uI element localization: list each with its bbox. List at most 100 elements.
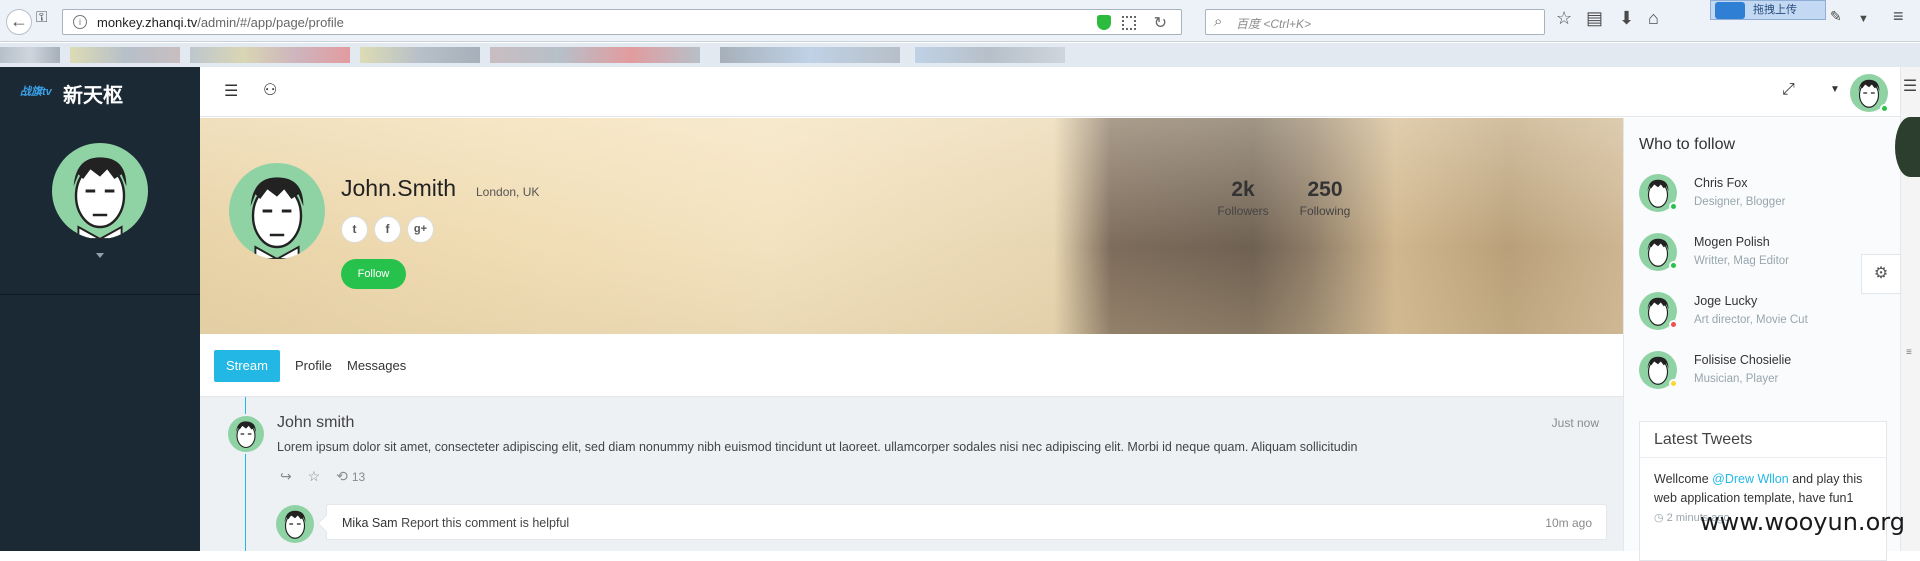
follow-suggestion[interactable]: Mogen Polish Writter, Mag Editor [1639, 231, 1899, 275]
facebook-icon[interactable]: f [374, 216, 401, 243]
avatar-face-icon [250, 177, 304, 259]
right-panel: Who to follow Chris Fox Designer, Blogge… [1623, 118, 1900, 561]
shield-icon[interactable] [1097, 15, 1111, 30]
follow-suggestion[interactable]: Chris Fox Designer, Blogger [1639, 172, 1899, 216]
suggestion-name[interactable]: Folisise Chosielie [1694, 353, 1791, 367]
retweet-count: 13 [351, 470, 366, 484]
online-status-dot [1880, 104, 1889, 113]
top-header: ☰ ⚇ ⤢ ▼ [200, 67, 1920, 117]
post-author[interactable]: John smith [277, 414, 354, 432]
retweet-icon[interactable]: ⟲ [336, 468, 348, 484]
twitter-icon[interactable]: t [341, 216, 368, 243]
bookmark-item[interactable] [70, 47, 180, 63]
bookmark-star-icon[interactable]: ☆ [1556, 8, 1572, 29]
gear-icon: ⚙ [1873, 265, 1889, 282]
follow-suggestion[interactable]: Folisise Chosielie Musician, Player [1639, 349, 1899, 393]
following-stat[interactable]: 250 Following [1294, 178, 1356, 218]
suggestion-name[interactable]: Mogen Polish [1694, 235, 1770, 249]
clock-icon: ◷ [1654, 512, 1664, 524]
qr-code-icon[interactable] [1122, 16, 1136, 30]
search-icon: ⌕ [1214, 13, 1223, 30]
cloud-icon [1715, 2, 1745, 19]
status-dot [1669, 320, 1678, 329]
search-bar[interactable]: ⌕ 百度 <Ctrl+K> [1205, 9, 1545, 35]
post-avatar[interactable] [226, 414, 266, 454]
upload-tab[interactable]: 拖拽上传 [1710, 0, 1826, 20]
address-bar[interactable]: i monkey.zhanqi.tv/admin/#/app/page/prof… [62, 9, 1182, 35]
sidebar-avatar[interactable] [52, 143, 148, 239]
avatar-face-icon [284, 510, 306, 539]
back-button[interactable]: ← [6, 9, 32, 35]
extension-icon[interactable]: ✎ [1830, 8, 1842, 25]
sidebar-divider [0, 294, 200, 295]
avatar-face-icon [236, 421, 256, 449]
comment-box: Mika Sam Report this comment is helpful … [326, 504, 1607, 540]
followers-stat[interactable]: 2k Followers [1212, 178, 1274, 218]
tweet-mention-link[interactable]: @Drew Wllon [1712, 472, 1789, 486]
brand[interactable]: 战旗tv 新天枢 [20, 77, 200, 107]
suggestion-role: Musician, Player [1694, 373, 1779, 385]
toggle-sidebar-icon[interactable]: ☰ [224, 81, 238, 101]
reload-icon[interactable]: ↻ [1154, 13, 1167, 33]
post-time: Just now [1551, 416, 1599, 430]
google-plus-icon[interactable]: g+ [407, 216, 434, 243]
followers-label: Followers [1217, 204, 1269, 218]
address-url: monkey.zhanqi.tv/admin/#/app/page/profil… [97, 15, 344, 30]
brand-name: 新天枢 [63, 85, 123, 107]
status-dot [1669, 202, 1678, 211]
comment-avatar[interactable] [276, 505, 314, 543]
watermark: www.wooyun.org [1700, 508, 1905, 536]
who-to-follow-title: Who to follow [1639, 136, 1736, 153]
caret-down-icon[interactable] [96, 253, 104, 258]
search-placeholder: 百度 <Ctrl+K> [1236, 17, 1312, 31]
share-icon[interactable]: ↪ [280, 468, 292, 484]
main-content: John.Smith London, UK t f g+ Follow 2k F… [200, 118, 1623, 551]
tab-messages[interactable]: Messages [335, 350, 418, 382]
info-icon[interactable]: i [73, 15, 87, 29]
star-icon[interactable]: ☆ [308, 468, 321, 484]
post-text: Lorem ipsum dolor sit amet, consecteter … [277, 440, 1358, 454]
comment-author[interactable]: Mika Sam [342, 516, 398, 530]
scroll-grip-icon[interactable]: ≡ [1906, 347, 1912, 358]
avatar-face-icon [73, 157, 127, 239]
profile-name: John.Smith [341, 175, 457, 201]
follow-button[interactable]: Follow [341, 259, 406, 289]
tab-stream[interactable]: Stream [214, 350, 280, 382]
home-icon[interactable]: ⌂ [1648, 8, 1659, 29]
download-icon[interactable]: ⬇ [1619, 8, 1634, 29]
bookmark-item[interactable] [0, 47, 60, 63]
bookmark-item[interactable] [190, 47, 350, 63]
menu-icon[interactable]: ☰ [1900, 76, 1920, 95]
fullscreen-icon[interactable]: ⤢ [1782, 81, 1795, 99]
followers-count: 2k [1231, 178, 1255, 201]
following-count: 250 [1307, 178, 1343, 201]
follow-suggestion[interactable]: Joge Lucky Art director, Movie Cut [1639, 290, 1899, 334]
bookmark-item[interactable] [915, 47, 1065, 63]
suggestion-role: Designer, Blogger [1694, 196, 1786, 208]
suggestion-name[interactable]: Joge Lucky [1694, 294, 1757, 308]
brand-logo: 战旗tv [20, 86, 52, 98]
suggestion-role: Art director, Movie Cut [1694, 314, 1808, 326]
bookmarks-bar [0, 43, 1920, 67]
settings-gear-button[interactable]: ⚙ [1861, 254, 1900, 294]
suggestion-name[interactable]: Chris Fox [1694, 176, 1747, 190]
profile-location: London, UK [476, 185, 540, 199]
bookmark-item[interactable] [360, 47, 480, 63]
user-icon[interactable]: ⚇ [263, 80, 277, 100]
key-icon[interactable]: ⚿ [36, 9, 47, 26]
clipboard-icon[interactable]: ▤ [1586, 8, 1603, 29]
tweet-text: Wellcome @Drew Wllon and play this web a… [1654, 472, 1863, 505]
chevron-down-icon[interactable]: ▼ [1858, 13, 1869, 25]
comment-time: 10m ago [1545, 516, 1592, 530]
bookmark-item[interactable] [720, 47, 900, 63]
profile-cover: John.Smith London, UK t f g+ Follow 2k F… [200, 118, 1623, 334]
profile-tabs: Stream Profile Messages [200, 334, 1623, 397]
profile-avatar[interactable] [229, 163, 325, 259]
bookmark-item[interactable] [490, 47, 700, 63]
caret-down-icon[interactable]: ▼ [1830, 84, 1840, 95]
comment-text: Report this comment is helpful [401, 516, 570, 530]
status-dot [1669, 261, 1678, 270]
post-actions: ↪ ☆ ⟲ 13 [280, 468, 377, 485]
browser-menu-icon[interactable]: ≡ [1893, 6, 1904, 27]
floating-widget[interactable] [1895, 117, 1920, 177]
